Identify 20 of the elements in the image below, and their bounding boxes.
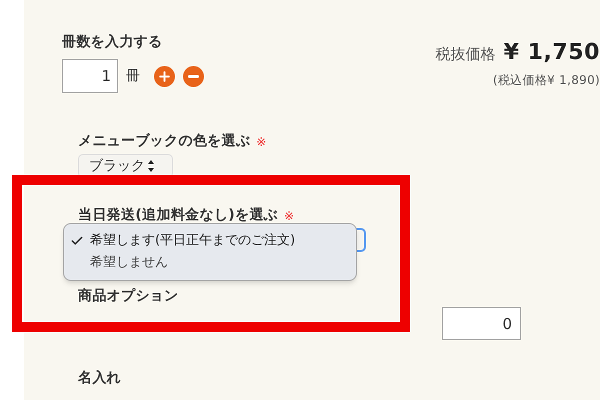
minus-button[interactable] (183, 66, 204, 86)
price-value: ¥ 1,750 (504, 39, 600, 67)
dropdown-option[interactable]: 希望しません (64, 252, 356, 274)
product-options-title: 商品オプション (78, 286, 180, 306)
color-select-label: メニューブックの色を選ぶ (78, 132, 250, 151)
option-quantity-field[interactable]: 0 (442, 307, 521, 340)
name-engraving-title: 名入れ (78, 369, 122, 388)
unit-label: 冊 (126, 66, 140, 86)
tax-included-price: (税込価格¥ 1,890) (492, 72, 600, 89)
plus-icon (157, 68, 172, 84)
required-mark: ※ (256, 134, 266, 150)
dropdown-option[interactable]: 希望します(平日正午までのご注文) (64, 230, 356, 252)
select-arrows-icon (147, 159, 155, 173)
quantity-field[interactable]: 1 (62, 59, 118, 93)
price-label: 税抜価格 (436, 44, 496, 65)
shipping-select-label: 当日発送(追加料金なし)を選ぶ (78, 206, 278, 225)
quantity-label: 冊数を入力する (62, 33, 164, 52)
minus-icon (188, 74, 199, 78)
required-mark: ※ (284, 208, 294, 224)
plus-button[interactable] (154, 66, 175, 86)
